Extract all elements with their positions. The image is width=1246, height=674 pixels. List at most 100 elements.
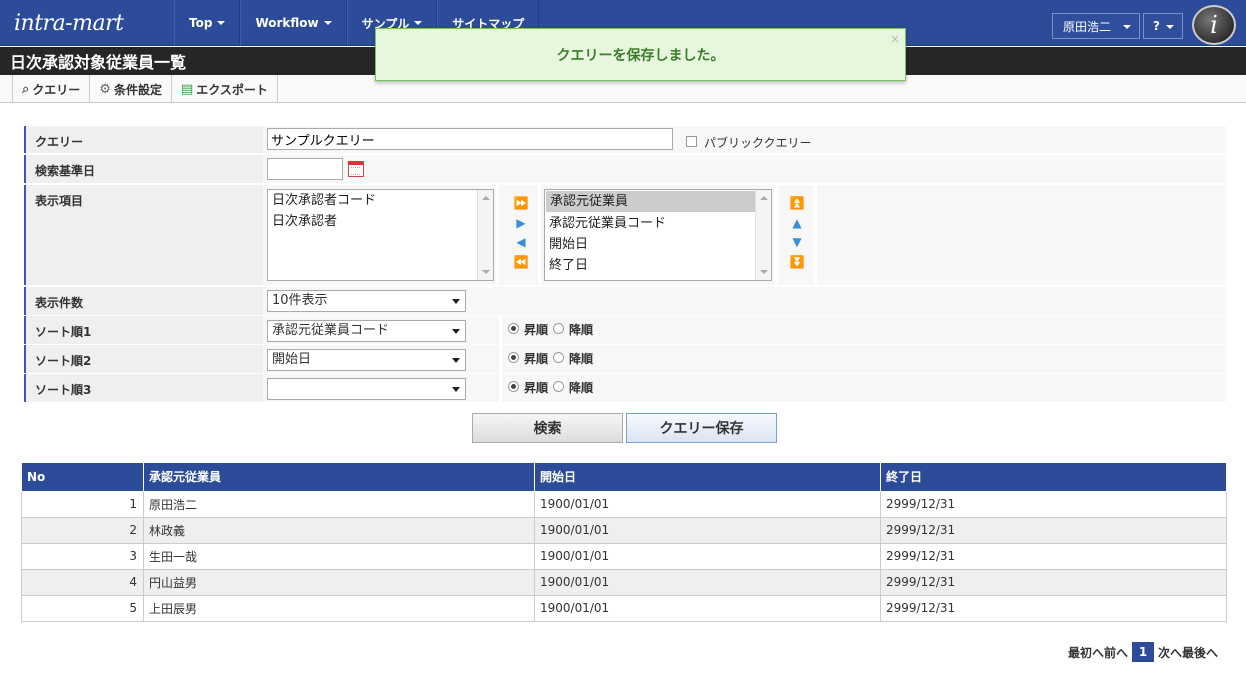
cell-employee: 円山益男 [143, 568, 535, 596]
sort3-value-cell: 昇順 降順 [263, 374, 1226, 402]
scroll-up-icon [760, 196, 768, 200]
sort1-desc-label: 降順 [569, 323, 594, 337]
form-row-base-date: 検索基準日 [24, 155, 1226, 183]
pager-first[interactable]: 最初へ [1068, 644, 1104, 661]
available-item[interactable]: 日次承認者 [268, 211, 493, 232]
form-row-display-items: 表示項目 日次承認者コード 日次承認者 ⏩ ▶ ◀ ⏪ 承認元従業員 承認元従業… [24, 185, 1226, 285]
base-date-value-cell [263, 155, 1226, 183]
sort1-label-text: ソート順1 [35, 325, 92, 339]
scrollbar[interactable] [755, 190, 771, 280]
move-top-button[interactable]: ⏫ [787, 195, 807, 211]
count-select[interactable]: 10件表示 [267, 290, 466, 312]
calendar-icon[interactable] [348, 161, 364, 177]
col-employee-header[interactable]: 承認元従業員 [143, 463, 535, 492]
sort3-select[interactable] [267, 378, 466, 400]
sort1-label: ソート順1 [24, 316, 260, 344]
selected-item[interactable]: 開始日 [545, 234, 771, 255]
sort1-desc-radio[interactable] [553, 323, 564, 334]
sort3-asc-radio[interactable] [508, 381, 519, 392]
brand-icon-letter: i [1210, 11, 1218, 39]
menu-top[interactable]: Top [174, 0, 241, 46]
cell-start: 1900/01/01 [534, 542, 881, 570]
move-bottom-button[interactable]: ⏬ [787, 254, 807, 270]
form-row-sort1: ソート順1 承認元従業員コード 昇順 降順 [24, 316, 1226, 344]
toolbar-condition-button[interactable]: ⚙ 条件設定 [90, 75, 172, 103]
help-label: ? [1153, 19, 1160, 33]
table-row[interactable]: 3 生田一哉 1900/01/01 2999/12/31 [21, 542, 1227, 570]
form-row-sort2: ソート順2 開始日 昇順 降順 [24, 345, 1226, 373]
query-name-input[interactable] [267, 128, 673, 150]
save-query-button[interactable]: クエリー保存 [626, 413, 777, 443]
toolbar-export-label: エクスポート [196, 82, 268, 97]
cell-employee: 上田辰男 [143, 594, 535, 622]
move-up-button[interactable]: ▲ [787, 215, 807, 231]
sort2-desc-radio[interactable] [553, 352, 564, 363]
pager-next[interactable]: 次へ [1158, 644, 1182, 661]
cell-no: 4 [21, 568, 144, 596]
toolbar-condition-label: 条件設定 [113, 82, 162, 97]
base-date-label: 検索基準日 [24, 155, 260, 183]
toast-message: クエリーを保存しました。 [556, 47, 725, 64]
sort1-asc-label: 昇順 [524, 323, 549, 337]
sort3-label: ソート順3 [24, 374, 260, 402]
table-row[interactable]: 2 林政義 1900/01/01 2999/12/31 [21, 516, 1227, 544]
logo-text: intra-mart [14, 10, 124, 36]
toolbar-query-button[interactable]: ⌕ クエリー [12, 75, 91, 103]
close-icon[interactable]: × [890, 32, 900, 46]
available-items-list[interactable]: 日次承認者コード 日次承認者 [267, 189, 494, 281]
cell-start: 1900/01/01 [534, 516, 881, 544]
brand-icon[interactable]: i [1192, 5, 1236, 45]
available-item[interactable]: 日次承認者コード [268, 190, 493, 211]
count-select-value: 10件表示 [272, 293, 328, 308]
cell-no: 5 [21, 594, 144, 622]
sort3-asc-label: 昇順 [524, 381, 549, 395]
col-start-header[interactable]: 開始日 [534, 463, 881, 492]
pager-last[interactable]: 最後へ [1182, 644, 1218, 661]
add-selected-button[interactable]: ▶ [511, 215, 531, 231]
divider [499, 316, 502, 344]
col-no-header[interactable]: No [21, 463, 144, 492]
cell-no: 1 [21, 490, 144, 518]
move-down-button[interactable]: ▼ [787, 234, 807, 250]
menu-workflow[interactable]: Workflow [240, 0, 347, 46]
intra-mart-logo[interactable]: intra-mart [14, 0, 174, 46]
chevron-down-icon [1166, 25, 1174, 29]
selected-items-list[interactable]: 承認元従業員 承認元従業員コード 開始日 終了日 [544, 189, 772, 281]
toolbar-export-button[interactable]: ▤ エクスポート [172, 75, 278, 103]
sort2-label: ソート順2 [24, 345, 260, 373]
sort2-select[interactable]: 開始日 [267, 349, 466, 371]
sort2-asc-radio[interactable] [508, 352, 519, 363]
add-all-button[interactable]: ⏩ [511, 195, 531, 211]
pager-current[interactable]: 1 [1132, 642, 1155, 662]
remove-selected-button[interactable]: ◀ [511, 234, 531, 250]
scrollbar[interactable] [477, 190, 493, 280]
selected-item[interactable]: 承認元従業員コード [545, 213, 771, 234]
sort3-desc-radio[interactable] [553, 381, 564, 392]
base-date-input[interactable] [267, 158, 343, 180]
table-row[interactable]: 5 上田辰男 1900/01/01 2999/12/31 [21, 594, 1227, 622]
dropdown-arrow-icon [452, 358, 460, 363]
sort3-desc-label: 降順 [569, 381, 594, 395]
table-row[interactable]: 4 円山益男 1900/01/01 2999/12/31 [21, 568, 1227, 596]
sort3-label-text: ソート順3 [35, 383, 92, 397]
public-query-checkbox[interactable] [686, 136, 697, 147]
divider [496, 185, 499, 285]
selected-item[interactable]: 終了日 [545, 255, 771, 276]
remove-all-button[interactable]: ⏪ [511, 254, 531, 270]
sort1-select[interactable]: 承認元従業員コード [267, 320, 466, 342]
search-button[interactable]: 検索 [472, 413, 623, 443]
results-table: No 承認元従業員 開始日 終了日 1 原田浩二 1900/01/01 2999… [21, 463, 1227, 622]
selected-item[interactable]: 承認元従業員 [546, 191, 770, 212]
search-icon: ⌕ [22, 81, 30, 97]
cell-end: 2999/12/31 [880, 568, 1227, 596]
base-date-label-text: 検索基準日 [35, 164, 96, 178]
dropdown-arrow-icon [452, 387, 460, 392]
help-menu-button[interactable]: ? [1143, 13, 1183, 39]
cell-end: 2999/12/31 [880, 594, 1227, 622]
table-row[interactable]: 1 原田浩二 1900/01/01 2999/12/31 [21, 490, 1227, 518]
pager-prev[interactable]: 前へ [1104, 644, 1128, 661]
sort1-asc-radio[interactable] [508, 323, 519, 334]
divider [775, 185, 778, 285]
user-menu-button[interactable]: 原田浩二 [1052, 13, 1140, 39]
col-end-header[interactable]: 終了日 [880, 463, 1227, 492]
